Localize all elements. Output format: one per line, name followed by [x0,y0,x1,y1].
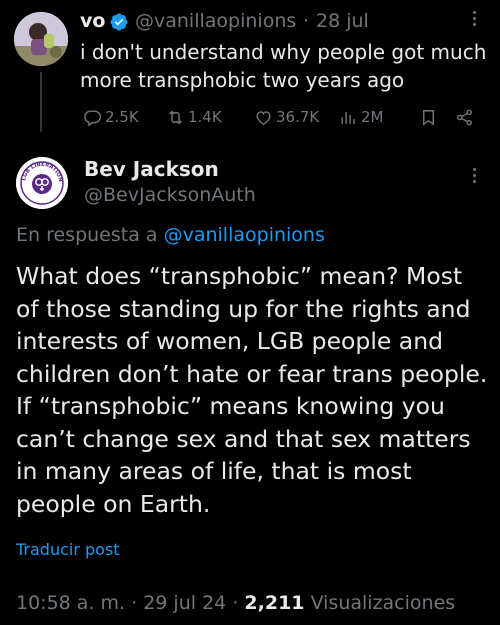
separator-dot: · [232,592,239,614]
translate-post-link[interactable]: Traducir post [16,540,120,559]
tweet-time[interactable]: 10:58 a. m. [16,592,125,614]
share-button[interactable] [455,106,477,128]
more-vertical-icon[interactable] [462,163,486,187]
views-count: 2M [361,108,384,126]
views-button[interactable]: 2M [339,106,384,128]
reply-count: 2.5K [105,108,139,126]
verified-badge-icon [109,12,129,32]
more-vertical-icon[interactable] [462,6,486,30]
author-handle[interactable]: @vanillaopinions [135,10,296,32]
author-name[interactable]: Bev Jackson [84,157,219,181]
heart-icon [256,110,271,125]
author-handle[interactable]: @BevJacksonAuth [84,184,256,206]
tweet-metadata: 10:58 a. m. · 29 jul 24 · 2,211 Visualiz… [16,592,455,614]
retweet-button[interactable]: 1.4K [166,106,222,128]
like-button[interactable]: 36.7K [254,106,319,128]
retweet-count: 1.4K [188,108,222,126]
separator-dot: · [303,10,310,32]
bookmark-icon [423,109,434,126]
thread-connector-line [40,72,42,132]
tweet-date[interactable]: 28 jul [316,10,369,32]
views-chart-icon [341,111,355,124]
reply-context: En respuesta a @vanillaopinions [16,224,325,246]
reply-prefix: En respuesta a [16,224,158,246]
tweet-date[interactable]: 29 jul 24 [143,592,226,614]
bookmark-button[interactable] [419,106,441,128]
reply-button[interactable]: 2.5K [83,106,139,128]
retweet-icon [169,110,182,124]
tweet-text: i don't understand why people got much m… [80,40,487,92]
view-count[interactable]: 2,211 [244,592,304,614]
author-name[interactable]: vo [80,10,105,32]
separator-dot: · [131,592,138,614]
avatar-vo[interactable] [14,12,68,66]
tweet-text: What does “transphobic” mean? Most of th… [16,262,488,518]
share-icon [456,109,473,125]
reply-icon [84,109,102,127]
views-label: Visualizaciones [310,592,456,614]
like-count: 36.7K [276,108,320,126]
avatar-bev-jackson[interactable]: LGB LIBERATION FRONT [16,157,68,209]
reply-mention-link[interactable]: @vanillaopinions [164,224,325,246]
